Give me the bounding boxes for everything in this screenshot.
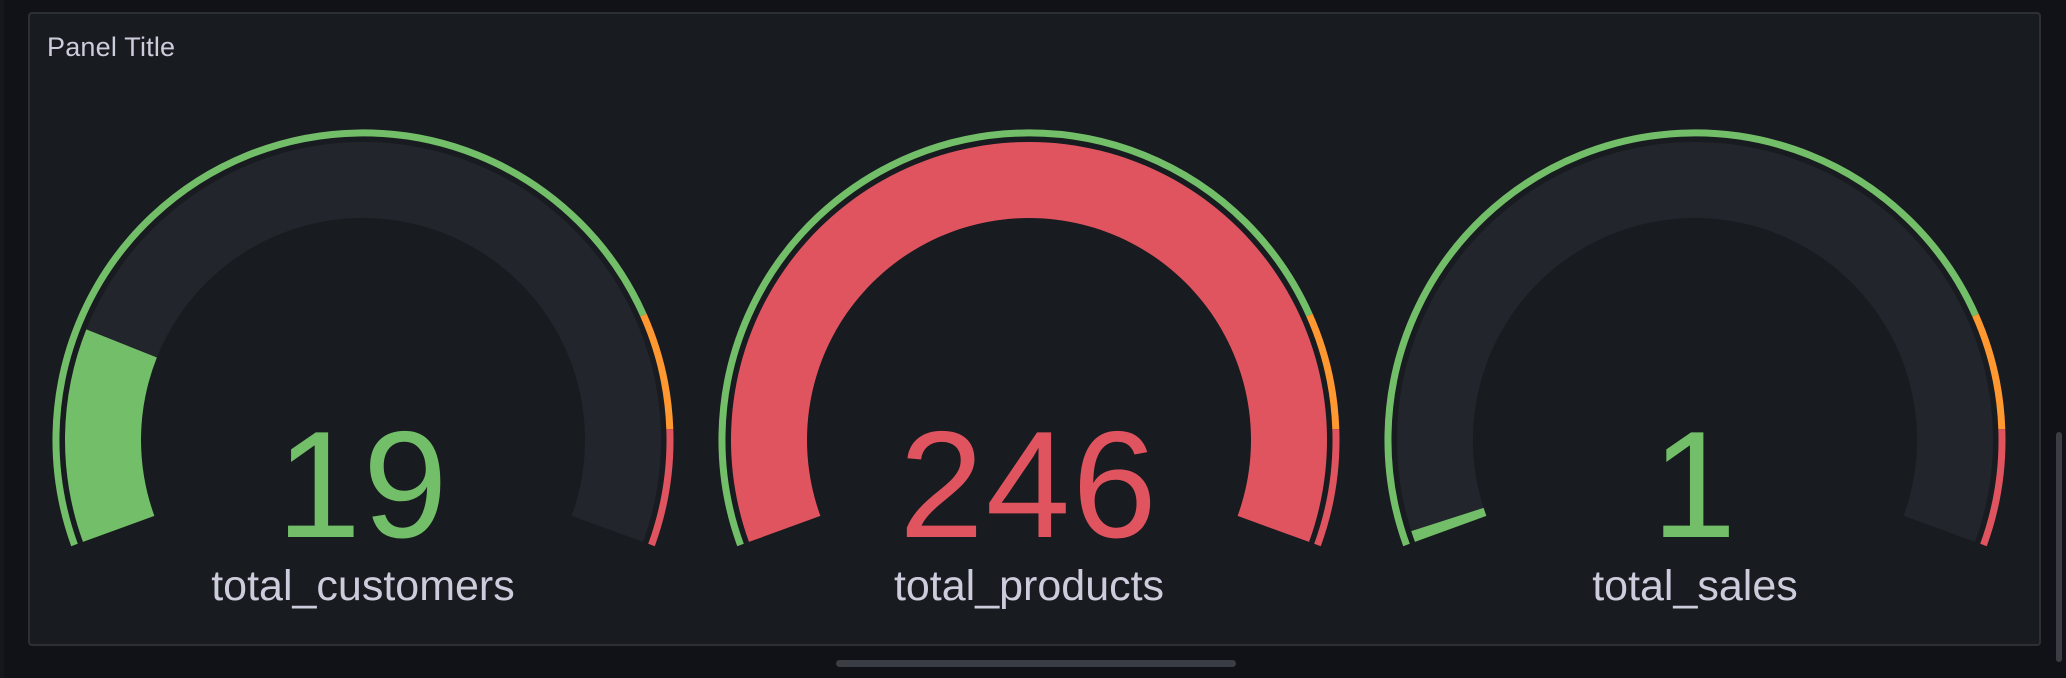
gauge-label-total-products: total_products [893,562,1165,610]
gauge-value-total-customers: 19 [276,400,450,570]
gauge-label-total-sales: total_sales [1592,562,1798,610]
horizontal-scrollbar[interactable] [836,660,1236,667]
vertical-scrollbar[interactable] [2056,432,2062,662]
gauge-total-sales: 1 total_sales [1362,14,2028,648]
gauge-value-total-sales: 1 [1651,400,1739,570]
gauge-panel: Panel Title 19 total_customers 246 total… [28,12,2041,646]
gauge-total-products: 246 total_products [696,14,1362,648]
gauge-label-total-customers: total_customers [211,562,515,610]
gauge-value-total-products: 246 [899,400,1159,570]
gauge-total-customers: 19 total_customers [30,14,696,648]
left-edge [0,0,4,678]
